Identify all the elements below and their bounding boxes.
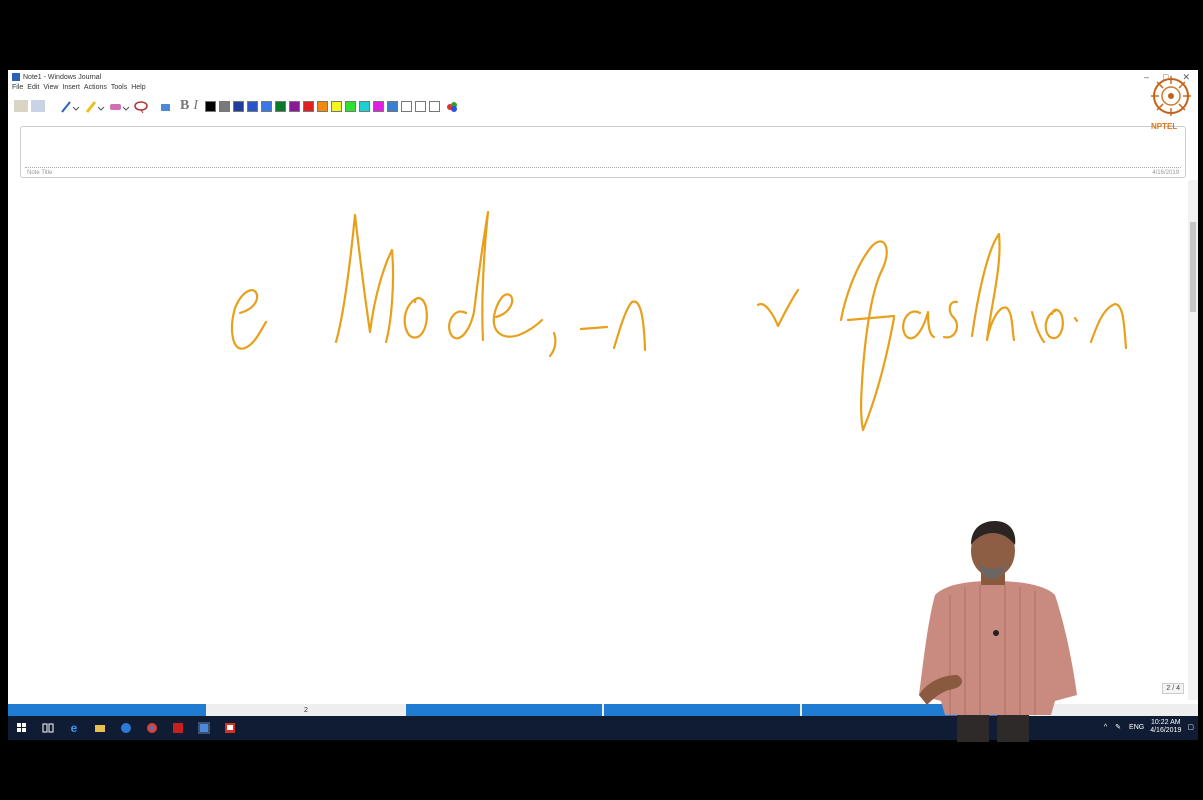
presentation-app-icon[interactable] <box>224 722 236 734</box>
chevron-up-icon[interactable]: ^ <box>1104 724 1107 731</box>
page-indicator: 2 / 4 <box>1162 683 1184 694</box>
page-tab-1[interactable] <box>8 704 206 716</box>
color-swatch-10[interactable] <box>331 100 343 112</box>
edge-browser-icon[interactable]: e <box>68 722 80 734</box>
vertical-scroll-thumb[interactable] <box>1190 222 1196 312</box>
menu-insert[interactable]: Insert <box>62 84 80 96</box>
color-swatch-6[interactable] <box>275 100 287 112</box>
page-tab-4[interactable] <box>604 704 800 716</box>
color-swatch-5[interactable] <box>261 100 273 112</box>
nptel-logo-text: NPTEL <box>1151 122 1178 131</box>
language-indicator[interactable]: ENG <box>1129 724 1144 731</box>
chrome-icon[interactable] <box>146 722 158 734</box>
task-view-icon[interactable] <box>42 722 54 734</box>
clock-time: 10:22 AM <box>1151 719 1181 726</box>
clock-date: 4/16/2019 <box>1150 727 1182 734</box>
color-swatch-14[interactable] <box>387 100 399 112</box>
acrobat-icon[interactable] <box>172 722 184 734</box>
insert-space-icon[interactable] <box>158 100 172 112</box>
color-picker-icon[interactable] <box>446 100 458 112</box>
menu-actions[interactable]: Actions <box>84 84 107 96</box>
color-swatch-12[interactable] <box>359 100 371 112</box>
menu-edit[interactable]: Edit <box>27 84 39 96</box>
note-title-label: Note Title <box>27 170 53 176</box>
color-swatch-1[interactable] <box>205 100 217 112</box>
page-number: 2 <box>304 707 308 714</box>
menu-bar: File Edit View Insert Actions Tools Help <box>8 84 146 96</box>
color-swatch-7[interactable] <box>289 100 301 112</box>
color-swatch-9[interactable] <box>317 100 329 112</box>
color-swatch-13[interactable] <box>373 100 385 112</box>
color-swatch-3[interactable] <box>233 100 245 112</box>
color-swatch-11[interactable] <box>345 100 357 112</box>
menu-help[interactable]: Help <box>131 84 145 96</box>
color-swatch-17[interactable] <box>429 100 441 112</box>
start-icon[interactable] <box>16 722 28 734</box>
system-tray: ^ ✎ ENG 10:22 AM 4/16/2019 ▢ <box>1104 719 1194 735</box>
bold-button[interactable]: B <box>180 98 189 114</box>
journal-app-icon <box>12 73 20 81</box>
journal-taskbar-icon[interactable] <box>198 722 210 734</box>
note-title-box[interactable]: Note Title 4/16/2019 <box>20 126 1186 178</box>
color-swatch-16[interactable] <box>415 100 427 112</box>
notification-icon[interactable]: ▢ <box>1187 723 1194 731</box>
file-explorer-icon[interactable] <box>94 722 106 734</box>
handwritten-text <box>230 210 1128 432</box>
note-date: 4/16/2019 <box>1152 170 1179 176</box>
page-tab-3[interactable] <box>406 704 602 716</box>
toolbar: B I <box>8 97 1198 115</box>
handwriting-ink <box>230 210 1128 432</box>
nptel-logo-icon <box>1151 76 1191 116</box>
presenter-video-overlay <box>919 521 1077 742</box>
open-note-icon[interactable] <box>31 100 45 112</box>
menu-view[interactable]: View <box>43 84 58 96</box>
menu-tools[interactable]: Tools <box>111 84 127 96</box>
color-swatch-15[interactable] <box>401 100 413 112</box>
nptel-watermark: NPTEL <box>1143 72 1198 134</box>
lasso-select-icon[interactable] <box>133 100 155 114</box>
eraser-tool-icon[interactable] <box>108 100 130 112</box>
new-note-icon[interactable] <box>14 100 28 112</box>
color-palette <box>202 100 441 112</box>
vertical-scrollbar[interactable] <box>1188 180 1198 700</box>
window-title: Note1 - Windows Journal <box>23 73 102 81</box>
italic-button[interactable]: I <box>193 98 198 114</box>
title-bar: Note1 - Windows Journal <box>8 70 1198 84</box>
pen-tool-icon[interactable] <box>58 100 80 113</box>
color-swatch-8[interactable] <box>303 100 315 112</box>
pen-ink-icon[interactable]: ✎ <box>1115 723 1121 731</box>
menu-file[interactable]: File <box>12 84 23 96</box>
color-swatch-2[interactable] <box>219 100 231 112</box>
clock[interactable]: 10:22 AM 4/16/2019 <box>1150 719 1181 735</box>
highlighter-tool-icon[interactable] <box>83 100 105 113</box>
color-swatch-4[interactable] <box>247 100 259 112</box>
media-player-icon[interactable] <box>120 722 132 734</box>
